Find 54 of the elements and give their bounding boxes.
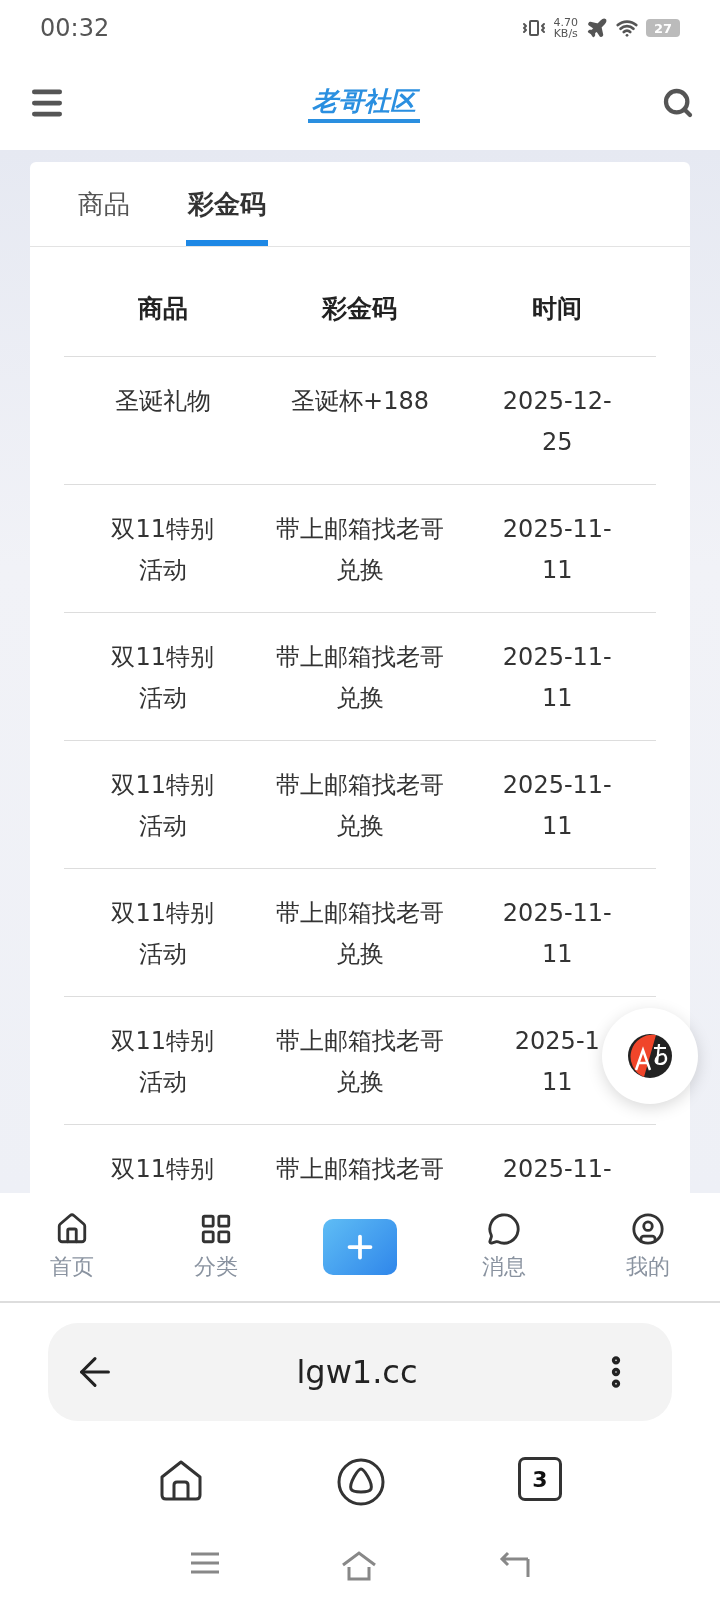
column-header: 商品	[137, 293, 188, 325]
address-bar[interactable]: lgw1.cc	[48, 1323, 672, 1421]
table-cell-text: 2025-12- 25	[502, 386, 612, 458]
tab[interactable]: 彩金码	[186, 162, 268, 246]
battery-level: 27	[653, 20, 673, 36]
table-cell-text: 带上邮箱找老哥	[276, 1154, 444, 1185]
nav-item[interactable]: 分类	[144, 1212, 288, 1282]
table-cell-text: 带上邮箱找老哥 兑换	[276, 514, 444, 586]
table-cell-text: 带上邮箱找老哥 兑换	[276, 898, 444, 970]
url-text: lgw1.cc	[296, 1353, 418, 1391]
table-cell-text: 双11特别	[111, 1154, 214, 1185]
back-icon[interactable]	[497, 1551, 530, 1579]
table-cell-text: 带上邮箱找老哥 兑换	[276, 1026, 444, 1098]
profile-icon	[631, 1212, 665, 1246]
chat-icon	[487, 1212, 521, 1246]
table-cell-text: 2025-11- 11	[502, 642, 612, 714]
table-cell-text: 圣诞礼物	[114, 386, 211, 417]
translate-icon	[626, 1032, 674, 1080]
table-cell-text: 2025-1 11	[514, 1026, 600, 1098]
nav-item[interactable]: 首页	[0, 1212, 144, 1282]
table-cell-text: 2025-11- 11	[502, 770, 612, 842]
table-cell-text: 2025-11-	[502, 1154, 612, 1185]
tab[interactable]: 商品	[76, 162, 132, 246]
home-icon	[55, 1212, 89, 1246]
column-header: 时间	[532, 293, 583, 325]
assistant-icon[interactable]	[336, 1457, 386, 1507]
table-cell-text: 2025-11- 11	[502, 898, 612, 970]
nav-label: 我的	[626, 1253, 670, 1281]
site-logo[interactable]: 老哥社区	[308, 83, 420, 123]
speed-unit: KB/s	[553, 28, 578, 39]
table-cell-text: 双11特别 活动	[111, 642, 214, 714]
nav-label: 分类	[194, 1253, 238, 1281]
grid-icon	[199, 1212, 233, 1246]
table-cell-text: 2025-11- 11	[502, 514, 612, 586]
airplane-icon	[586, 17, 608, 39]
add-button[interactable]	[323, 1219, 397, 1275]
nav-item[interactable]: 我的	[576, 1212, 720, 1282]
table-cell-text: 圣诞杯+188	[291, 386, 429, 417]
tab-count-button[interactable]: 3	[518, 1457, 562, 1501]
table-cell-text: 带上邮箱找老哥 兑换	[276, 770, 444, 842]
table-cell-text: 双11特别 活动	[111, 1026, 214, 1098]
table-cell-text: 双11特别 活动	[111, 770, 214, 842]
wifi-icon	[616, 17, 638, 39]
table-cell-text: 带上邮箱找老哥 兑换	[276, 642, 444, 714]
table-cell-text: 双11特别 活动	[111, 898, 214, 970]
menu-icon[interactable]	[190, 1551, 221, 1575]
clock-time: 00:32	[40, 14, 110, 42]
speed-value: 4.70	[553, 17, 578, 28]
search-icon[interactable]	[662, 87, 694, 119]
nav-label: 消息	[482, 1253, 526, 1281]
nav-label: 首页	[50, 1253, 94, 1281]
table-cell-text: 双11特别 活动	[111, 514, 214, 586]
column-header: 彩金码	[322, 293, 398, 325]
nav-item[interactable]: 消息	[432, 1212, 576, 1282]
